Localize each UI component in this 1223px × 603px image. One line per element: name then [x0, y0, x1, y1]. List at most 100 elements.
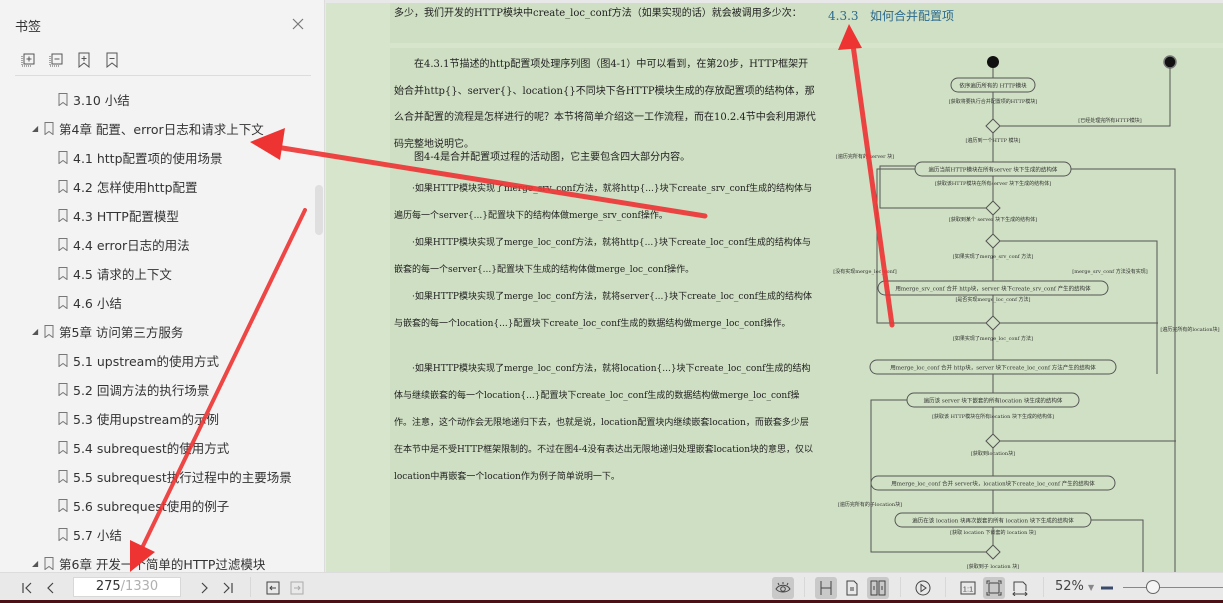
bookmark-item[interactable]: 4.3 HTTP配置模型 — [0, 201, 314, 230]
expand-toggle-icon[interactable]: ◢ — [32, 327, 41, 336]
bottom-toolbar: 275/1330 1:1 52% ▼ — [0, 572, 1223, 600]
bookmark-item[interactable]: 5.2 回调方法的执行场景 — [0, 375, 314, 404]
add-bookmark-icon[interactable] — [76, 52, 92, 68]
bookmark-chapter[interactable]: ◢ 第5章 访问第三方服务 — [0, 317, 314, 346]
guard-label: [遍历完所有的子location块] — [838, 501, 902, 508]
remove-bookmark-icon[interactable] — [104, 52, 120, 68]
bookmark-item[interactable]: 5.4 subrequest的使用方式 — [0, 433, 314, 462]
single-page-icon — [846, 580, 858, 596]
bookmark-icon — [58, 528, 68, 541]
chevron-left-icon — [47, 582, 54, 594]
bookmark-icon — [44, 557, 54, 570]
chevron-right-icon — [201, 582, 208, 594]
bookmark-icon — [58, 180, 68, 193]
activity-label: 遍历该 server 块下嵌套的所有location 块生成的结构体 — [924, 397, 1063, 405]
expand-toggle-icon[interactable]: ◢ — [32, 559, 41, 568]
zoom-slider-handle[interactable] — [1146, 580, 1160, 594]
expand-toggle-icon[interactable]: ◢ — [32, 124, 41, 133]
arrow-left-icon — [266, 581, 280, 595]
bullet-item: ·如果HTTP模块实现了merge_srv_conf方法，就将http{...}… — [394, 184, 813, 221]
guard-label: [遍历完所有的 server 块] — [836, 153, 894, 160]
bookmark-label: 4.6 小结 — [73, 296, 122, 311]
two-page-button[interactable] — [867, 577, 889, 599]
activity-label: 遍历当前HTTP模块在所有server 块下生成的结构体 — [929, 166, 1058, 174]
bookmark-item[interactable]: 5.7 小结 — [0, 520, 314, 549]
actual-size-button[interactable]: 1:1 — [957, 577, 979, 599]
bookmark-icon — [58, 412, 68, 425]
paragraph: 图4-4是合并配置项过程的活动图，它主要包含四大部分内容。 — [414, 152, 691, 163]
expand-all-icon[interactable] — [20, 52, 36, 68]
bookmark-item[interactable]: 4.5 请求的上下文 — [0, 259, 314, 288]
text-line: 多少，我们开发的HTTP模块中create_loc_conf方法（如果实现的话）… — [394, 8, 802, 19]
activity-diagram: 依序遍历所有的 HTTP模块[获取将要执行合并配置项的HTTP模块][已经处理完… — [833, 55, 1220, 572]
play-icon — [915, 580, 931, 596]
page-left: 在4.3.1节描述的http配置项处理序列图（图4-1）中可以看到，在第20步，… — [390, 48, 820, 572]
first-page-button[interactable] — [16, 577, 38, 599]
single-page-button[interactable] — [841, 577, 863, 599]
svg-text:1:1: 1:1 — [963, 585, 973, 594]
activity-label: 用merge_loc_conf 合并 server块，location块下cre… — [891, 480, 1095, 488]
next-page-button[interactable] — [193, 577, 215, 599]
bookmark-icon — [58, 441, 68, 454]
bookmark-icon — [58, 209, 68, 222]
bookmark-item[interactable]: 3.10 小结 — [0, 85, 314, 114]
zoom-out-button[interactable] — [1096, 577, 1118, 599]
total-pages: /1330 — [120, 579, 159, 594]
decision-node — [985, 544, 1001, 560]
fit-width-button[interactable] — [1009, 577, 1031, 599]
forward-button[interactable] — [286, 577, 308, 599]
last-page-button[interactable] — [217, 577, 239, 599]
decision-node — [985, 200, 1001, 216]
page-right: 依序遍历所有的 HTTP模块 [获取将要执行合并配置项的HTTP模块] [已经处理完… — [820, 48, 1223, 572]
bookmark-icon — [58, 151, 68, 164]
flow-line — [1000, 240, 1158, 374]
bookmark-label: 4.1 http配置项的使用场景 — [73, 151, 223, 166]
zoom-slider-track[interactable] — [1123, 587, 1223, 588]
bookmark-label: 4.4 error日志的用法 — [73, 238, 190, 253]
eye-protection-button[interactable] — [772, 577, 794, 599]
paragraph: 在4.3.1节描述的http配置项处理序列图（图4-1）中可以看到，在第20步，… — [394, 59, 816, 150]
page-number-input[interactable]: 275/1330 — [73, 577, 181, 597]
play-button[interactable] — [912, 577, 934, 599]
sidebar-title: 书签 — [15, 20, 42, 35]
fit-width-icon — [1012, 581, 1028, 596]
pdf-reader-window: 书签 3.10 小结 ◢ 第4章 配置、error日志和请求上下文 4.1 http配… — [0, 0, 1223, 603]
zoom-level-dropdown[interactable]: 52% ▼ — [1055, 579, 1094, 594]
divider — [900, 577, 901, 597]
prev-page-button[interactable] — [40, 577, 62, 599]
chevron-down-icon: ▼ — [1088, 583, 1095, 592]
bookmark-item[interactable]: 5.3 使用upstream的示例 — [0, 404, 314, 433]
bookmark-label: 5.1 upstream的使用方式 — [73, 354, 220, 369]
decision-node — [985, 433, 1001, 449]
bookmark-label: 5.7 小结 — [73, 528, 122, 543]
bookmark-item[interactable]: 4.6 小结 — [0, 288, 314, 317]
close-icon[interactable] — [290, 16, 306, 32]
bullet-item: ·如果HTTP模块实现了merge_loc_conf方法，就将location{… — [394, 364, 813, 482]
activity-label: 依序遍历所有的 HTTP模块 — [959, 82, 1027, 90]
bookmark-item[interactable]: 5.6 subrequest使用的例子 — [0, 491, 314, 520]
page-left-prev: 多少，我们开发的HTTP模块中create_loc_conf方法（如果实现的话）… — [390, 3, 820, 43]
bookmark-chapter[interactable]: ◢ 第4章 配置、error日志和请求上下文 — [0, 114, 314, 143]
bookmark-tree: 3.10 小结 ◢ 第4章 配置、error日志和请求上下文 4.1 http配置项的… — [0, 85, 314, 578]
bookmark-item[interactable]: 4.1 http配置项的使用场景 — [0, 143, 314, 172]
bookmark-label: 5.2 回调方法的执行场景 — [73, 383, 210, 398]
bookmark-item[interactable]: 5.1 upstream的使用方式 — [0, 346, 314, 375]
page-right-prev: 4.3.3 如何合并配置项 — [820, 3, 1223, 43]
collapse-all-icon[interactable] — [48, 52, 64, 68]
section-title: 如何合并配置项 — [870, 9, 955, 23]
bookmark-label: 第5章 访问第三方服务 — [59, 325, 184, 340]
sidebar-scrollbar[interactable] — [315, 185, 323, 235]
current-page: 275 — [95, 579, 121, 594]
guard-label: [遍历完所有的location块] — [1160, 326, 1219, 333]
bookmark-item[interactable]: 4.2 怎样使用http配置 — [0, 172, 314, 201]
fit-page-button[interactable] — [983, 577, 1005, 599]
bookmark-item[interactable]: 4.4 error日志的用法 — [0, 230, 314, 259]
continuous-view-button[interactable] — [815, 577, 837, 599]
bookmark-item[interactable]: 5.5 subrequest执行过程中的主要场景 — [0, 462, 314, 491]
divider — [250, 577, 251, 597]
back-button[interactable] — [262, 577, 284, 599]
bookmark-label: 第6章 开发一个简单的HTTP过滤模块 — [59, 557, 266, 572]
bookmark-icon — [58, 499, 68, 512]
bookmark-icon — [58, 383, 68, 396]
bookmark-label: 5.4 subrequest的使用方式 — [73, 441, 230, 456]
